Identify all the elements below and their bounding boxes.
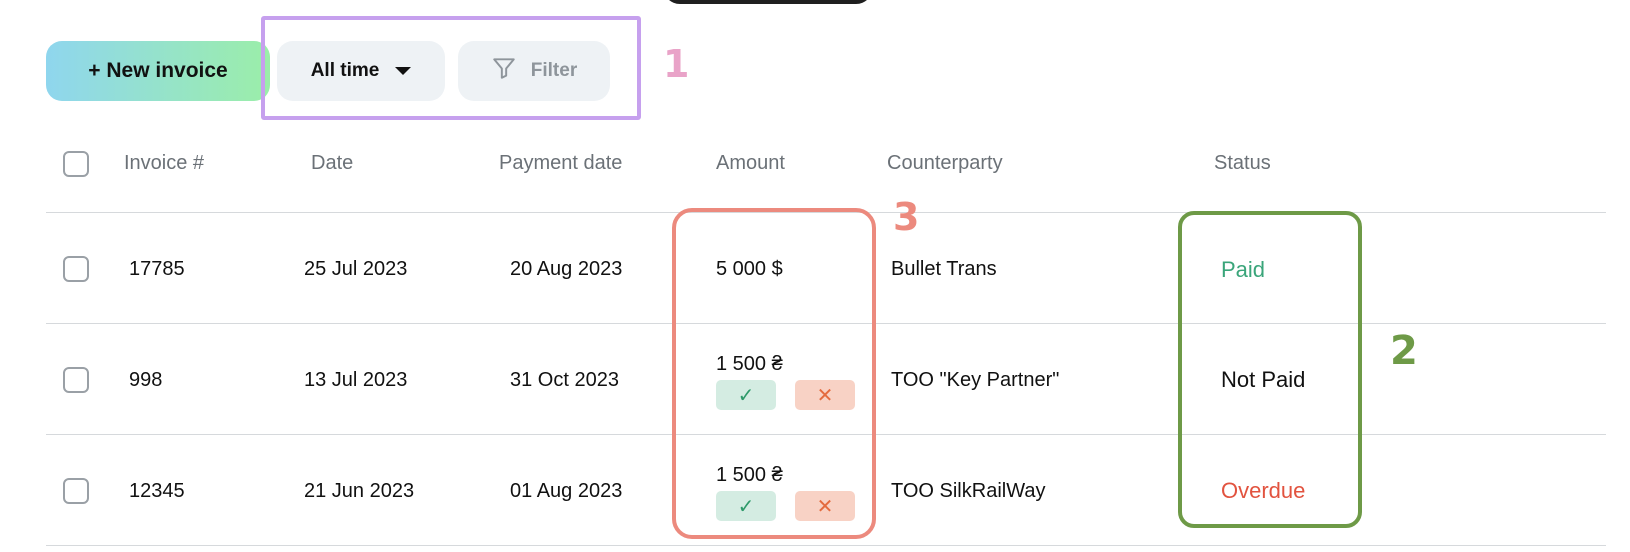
header-status[interactable]: Status — [1214, 152, 1271, 175]
row-checkbox[interactable] — [63, 367, 89, 393]
counterparty: Bullet Trans — [891, 258, 997, 280]
row-checkbox[interactable] — [63, 478, 89, 504]
new-invoice-button[interactable]: + New invoice — [46, 41, 270, 101]
callout-box-3 — [672, 208, 876, 539]
invoice-number[interactable]: 12345 — [129, 480, 185, 503]
header-amount[interactable]: Amount — [716, 152, 785, 175]
callout-box-2 — [1178, 211, 1362, 528]
callout-box-1 — [261, 16, 641, 120]
counterparty: TOO "Key Partner" — [891, 369, 1060, 391]
counterparty: TOO SilkRailWay — [891, 480, 1046, 502]
invoice-date: 13 Jul 2023 — [304, 369, 408, 391]
header-payment-date[interactable]: Payment date — [499, 152, 622, 175]
invoice-date: 21 Jun 2023 — [304, 480, 415, 502]
invoice-number[interactable]: 998 — [129, 369, 162, 392]
payment-date: 20 Aug 2023 — [510, 258, 623, 280]
header-invoice[interactable]: Invoice # — [124, 152, 204, 175]
top-tab-pill — [663, 0, 873, 4]
header-counterparty[interactable]: Counterparty — [887, 152, 1003, 175]
header-date[interactable]: Date — [311, 152, 353, 175]
payment-date: 01 Aug 2023 — [510, 480, 623, 502]
row-checkbox[interactable] — [63, 256, 89, 282]
select-all-checkbox[interactable] — [63, 151, 89, 177]
callout-number-3: 3 — [893, 195, 920, 239]
payment-date: 31 Oct 2023 — [510, 369, 619, 391]
callout-number-2: 2 — [1390, 328, 1418, 374]
invoice-date: 25 Jul 2023 — [304, 258, 408, 280]
invoice-number[interactable]: 17785 — [129, 258, 185, 281]
table-divider — [46, 545, 1606, 546]
callout-number-1: 1 — [663, 42, 690, 86]
